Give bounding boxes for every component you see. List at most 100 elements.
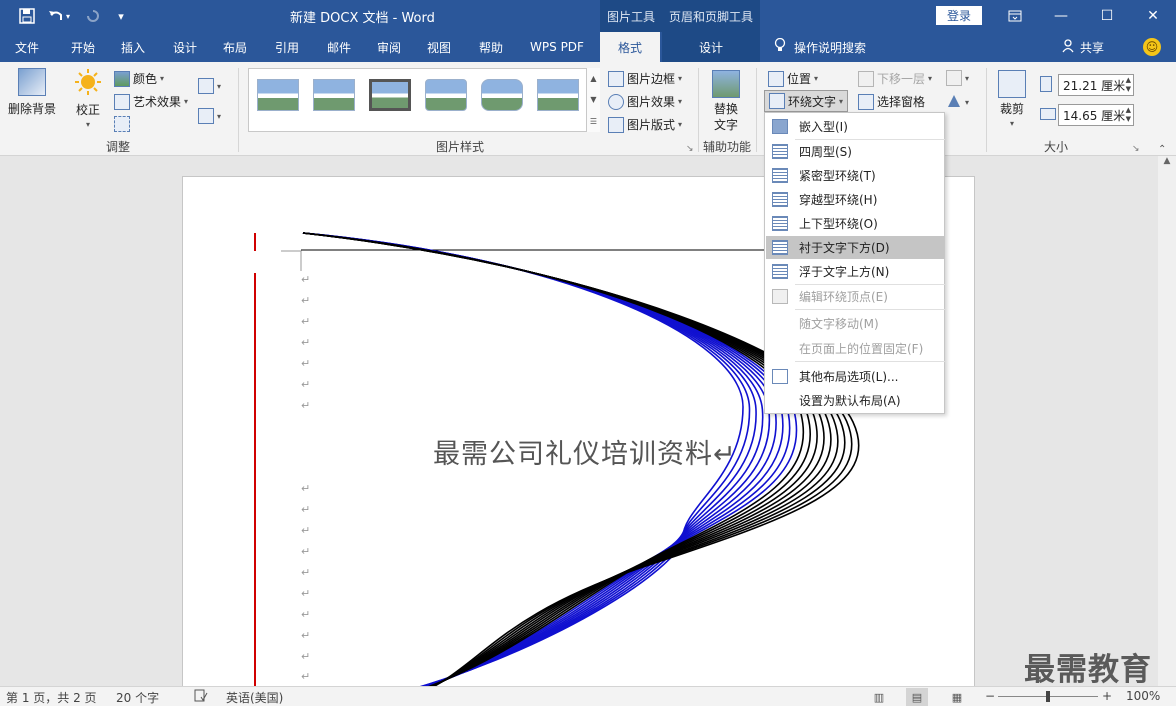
picture-layout-icon (608, 116, 624, 133)
tab-review[interactable]: 审阅 (366, 32, 412, 62)
gallery-down-icon[interactable]: ▼ (590, 95, 596, 104)
web-layout-icon[interactable]: ▦ (946, 688, 968, 706)
document-title-text[interactable]: 最需公司礼仪培训资料↵ (433, 432, 737, 471)
rotate-button[interactable]: ▾ (946, 93, 969, 112)
square-wrap-icon (772, 144, 788, 159)
word-count[interactable]: 20 个字 (116, 689, 159, 706)
maximize-button[interactable]: ☐ (1084, 0, 1130, 32)
vertical-scrollbar[interactable]: ▲ (1158, 156, 1176, 686)
picture-style-thumb[interactable] (537, 79, 579, 111)
wrap-menu-through[interactable]: 穿越型环绕(H) (766, 188, 944, 211)
selection-pane-button[interactable]: 选择窗格 (858, 93, 925, 110)
wrap-menu-top-bottom[interactable]: 上下型环绕(O) (766, 212, 944, 235)
reset-picture-button[interactable]: ▾ (198, 108, 221, 124)
save-icon[interactable] (12, 0, 42, 32)
position-button[interactable]: 位置 ▾ (768, 70, 818, 87)
tab-help[interactable]: 帮助 (468, 32, 514, 62)
wrap-menu-in-front-of-text[interactable]: 浮于文字上方(N) (766, 260, 944, 283)
undo-icon[interactable]: ▾ (44, 0, 74, 32)
wrap-text-button[interactable]: 环绕文字 ▾ (764, 90, 849, 112)
send-backward-button[interactable]: 下移一层 ▾ (858, 70, 932, 87)
zoom-slider-thumb[interactable] (1046, 691, 1050, 702)
spinner-arrows-icon[interactable]: ▲ ▼ (1126, 76, 1131, 94)
align-button[interactable]: ▾ (946, 70, 969, 86)
close-button[interactable]: ✕ (1130, 0, 1176, 32)
proofing-icon[interactable] (194, 689, 208, 705)
wrap-menu-tight[interactable]: 紧密型环绕(T) (766, 164, 944, 187)
tab-header-footer-design[interactable]: 设计 (662, 32, 760, 62)
tab-mailings[interactable]: 邮件 (316, 32, 362, 62)
picture-effects-button[interactable]: 图片效果 ▾ (608, 93, 682, 110)
spinner-arrows-icon[interactable]: ▲ ▼ (1126, 106, 1131, 124)
group-separator (698, 68, 699, 152)
wrap-menu-behind-text[interactable]: 衬于文字下方(D) (766, 236, 944, 259)
picture-style-thumb[interactable] (257, 79, 299, 111)
picture-styles-launcher-icon[interactable]: ↘ (686, 144, 694, 154)
gallery-more-icon[interactable]: ☰ (590, 117, 597, 126)
tab-view[interactable]: 视图 (416, 32, 462, 62)
picture-style-thumb[interactable] (369, 79, 411, 111)
corrections-button[interactable]: 校正 ▾ (74, 68, 102, 129)
tab-wps-pdf[interactable]: WPS PDF (520, 32, 594, 62)
wrap-menu-inline[interactable]: 嵌入型(I) (766, 115, 944, 138)
tab-layout[interactable]: 布局 (212, 32, 258, 62)
wrap-menu-move-with-text[interactable]: 随文字移动(M) (766, 312, 944, 335)
color-button[interactable]: 颜色 ▾ (114, 70, 164, 87)
gallery-up-icon[interactable]: ▲ (590, 74, 596, 83)
tight-wrap-icon (772, 168, 788, 183)
picture-style-thumb[interactable] (481, 79, 523, 111)
tab-file[interactable]: 文件 (4, 32, 50, 62)
zoom-level[interactable]: 100% (1126, 689, 1160, 703)
scroll-up-icon[interactable]: ▲ (1158, 156, 1176, 166)
picture-style-thumb[interactable] (313, 79, 355, 111)
wrap-text-icon (769, 93, 785, 109)
wrap-menu-square[interactable]: 四周型(S) (766, 140, 944, 163)
menu-item-label: 紧密型环绕(T) (799, 169, 876, 183)
tell-me-search[interactable]: 操作说明搜索 (774, 32, 866, 62)
read-mode-icon[interactable]: ▥ (868, 688, 890, 706)
picture-layout-button[interactable]: 图片版式 ▾ (608, 116, 682, 133)
wrap-menu-fix-position[interactable]: 在页面上的位置固定(F) (766, 337, 944, 360)
remove-background-button[interactable]: 删除背景 (8, 68, 56, 117)
share-button[interactable]: 共享 (1062, 32, 1104, 62)
crop-button[interactable]: 裁剪 ▾ (998, 70, 1026, 128)
gallery-scroll[interactable]: ▲ ▼ ☰ (586, 68, 600, 132)
wrap-menu-edit-points[interactable]: 编辑环绕顶点(E) (766, 285, 944, 308)
redo-icon[interactable] (78, 0, 108, 32)
size-launcher-icon[interactable]: ↘ (1132, 144, 1140, 154)
zoom-out-button[interactable]: − (985, 689, 995, 703)
print-layout-icon[interactable]: ▤ (906, 688, 928, 706)
alt-text-button[interactable]: 替换 文字 (712, 70, 740, 133)
tab-insert[interactable]: 插入 (110, 32, 156, 62)
wrap-menu-set-default[interactable]: 设置为默认布局(A) (766, 389, 944, 412)
group-label-picture-styles: 图片样式 (435, 140, 484, 154)
height-spinner[interactable]: 21.21 厘米 ▲ ▼ (1058, 74, 1134, 96)
ribbon-format: 删除背景 校正 ▾ 颜色 ▾ 艺术效果 ▾ ▾ ▾ 调整 ▲ ▼ ☰ 图片边框 … (0, 62, 1176, 156)
picture-styles-gallery[interactable] (248, 68, 600, 132)
picture-style-thumb[interactable] (425, 79, 467, 111)
tab-format[interactable]: 格式 (600, 32, 660, 62)
collapse-ribbon-icon[interactable]: ⌃ (1158, 144, 1166, 155)
page-count[interactable]: 第 1 页，共 2 页 (6, 689, 97, 706)
tab-references[interactable]: 引用 (264, 32, 310, 62)
remove-background-label: 删除背景 (8, 102, 57, 116)
compress-pictures-button[interactable] (114, 116, 130, 132)
picture-border-button[interactable]: 图片边框 ▾ (608, 70, 682, 87)
tab-design[interactable]: 设计 (162, 32, 208, 62)
tab-home[interactable]: 开始 (58, 32, 108, 62)
zoom-in-button[interactable]: + (1102, 689, 1112, 703)
customize-quick-access-icon[interactable]: ▾ (106, 0, 136, 32)
change-picture-button[interactable]: ▾ (198, 78, 221, 94)
menu-item-label: 四周型(S) (799, 145, 852, 159)
login-button[interactable]: 登录 (936, 6, 982, 25)
ribbon-display-options-icon[interactable] (992, 0, 1038, 32)
wrap-menu-more-layout-options[interactable]: 其他布局选项(L)... (766, 365, 944, 388)
smiley-icon[interactable]: ☺ (1143, 38, 1161, 56)
artistic-effects-button[interactable]: 艺术效果 ▾ (114, 93, 188, 110)
minimize-button[interactable]: — (1038, 0, 1084, 32)
language[interactable]: 英语(美国) (226, 689, 283, 706)
width-spinner[interactable]: 14.65 厘米 ▲ ▼ (1058, 104, 1134, 126)
picture-effects-label: 图片效果 (627, 95, 676, 109)
paragraph-mark: ↵ (301, 378, 311, 391)
group-separator (986, 68, 987, 152)
